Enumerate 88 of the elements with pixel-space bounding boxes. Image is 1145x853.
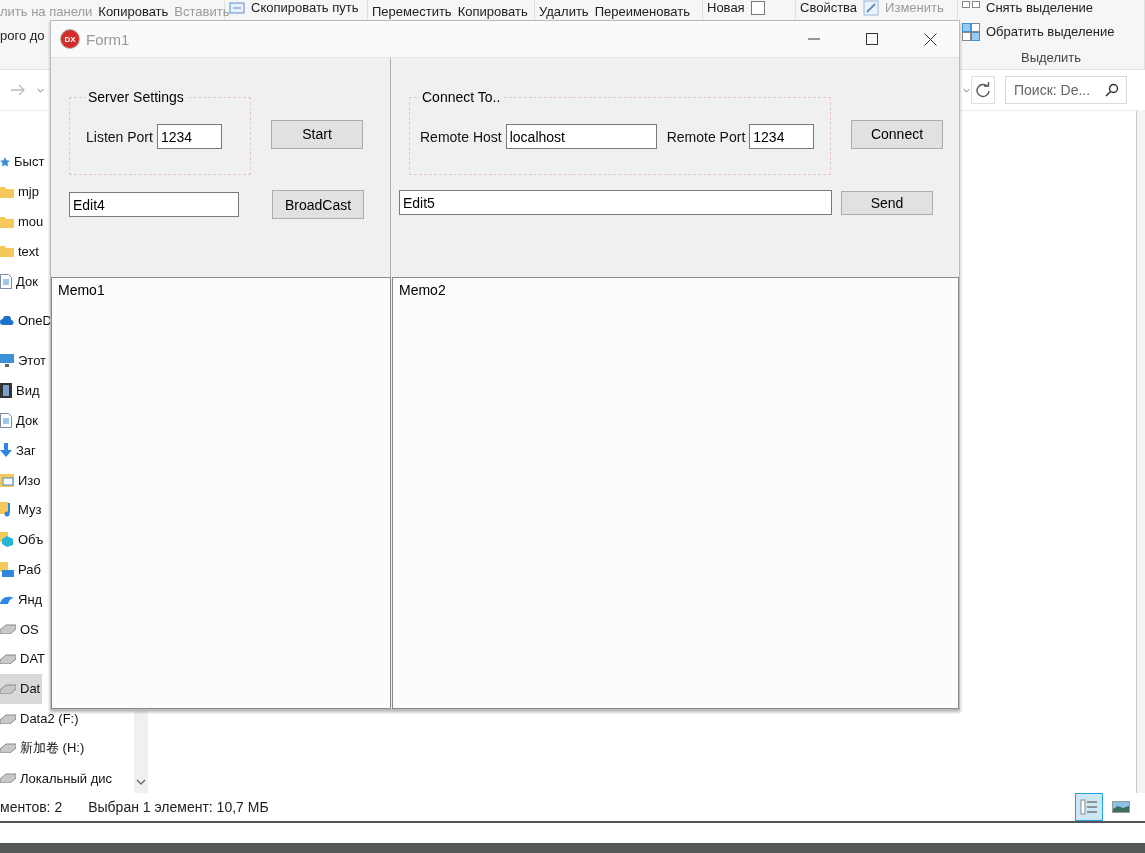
field-label: Remote Port [666, 128, 746, 145]
scrollbar[interactable] [1136, 111, 1145, 793]
invert-selection-icon[interactable] [962, 23, 980, 41]
minimize-icon [808, 38, 820, 40]
sidebar-item[interactable]: Док [0, 405, 40, 436]
close-icon [923, 32, 937, 46]
drive-icon [0, 743, 16, 754]
port-field[interactable]: 1234 [749, 124, 815, 149]
sidebar-item[interactable]: Локальный дис [0, 763, 115, 794]
memo-field[interactable]: Memo2 [392, 277, 959, 709]
memo-field[interactable]: Memo1 [51, 277, 391, 709]
chevron-down-icon[interactable] [136, 779, 146, 785]
window-title: Form1 [86, 30, 130, 48]
search-icon [1105, 83, 1119, 97]
folder-icon [0, 185, 14, 198]
send-button[interactable]: Send [841, 190, 933, 215]
sidebar-item[interactable]: Янд [0, 584, 45, 615]
landscape-icon [1112, 801, 1130, 813]
folder-icon [0, 245, 14, 258]
ribbon-command[interactable]: Переименовать [594, 4, 690, 20]
film-icon [0, 383, 12, 399]
broadcast-button[interactable]: BroadCast [272, 190, 364, 219]
ribbon-command[interactable]: Скопировать путь [251, 0, 359, 16]
ribbon-command[interactable]: Переместить [372, 4, 452, 20]
message-field[interactable]: Edit5 [399, 190, 832, 215]
copy-path-icon[interactable] [229, 2, 245, 14]
maximize-icon [866, 33, 878, 45]
host-field[interactable]: localhost [505, 124, 657, 149]
ribbon-command[interactable]: Обратить выделение [986, 24, 1115, 40]
ribbon-group-label: Выделить [1020, 50, 1082, 65]
connect-button[interactable]: Connect [851, 119, 943, 149]
sidebar-item[interactable]: Док [0, 266, 40, 297]
sidebar-item[interactable]: text [0, 236, 41, 267]
download-arrow-icon [0, 443, 12, 458]
ribbon-command[interactable]: Снять выделение [986, 0, 1094, 16]
ribbon-command[interactable]: рого до [0, 28, 45, 44]
chevron-down-icon[interactable] [963, 87, 970, 93]
details-view-button[interactable] [1075, 793, 1103, 821]
drive-icon [0, 624, 16, 635]
search-field[interactable]: Поиск: De... [1005, 76, 1127, 104]
sidebar-item[interactable]: Быст [0, 147, 47, 177]
app-logo: DX [61, 30, 79, 48]
sidebar-item[interactable]: Муз [0, 494, 44, 525]
drive-icon [0, 653, 16, 664]
sidebar-item[interactable]: mou [0, 206, 46, 237]
drive-icon [0, 683, 16, 694]
group-title: Connect To.. [421, 89, 502, 105]
ribbon-command[interactable]: Копировать [457, 4, 528, 20]
status-text: ментов: 2 [0, 799, 63, 815]
ribbon-command[interactable]: Копировать [98, 4, 169, 20]
details-view-icon [1080, 799, 1098, 815]
forward-arrow-icon[interactable] [10, 84, 26, 96]
sidebar-item[interactable]: Изо [0, 465, 43, 495]
sidebar-item[interactable]: Вид [0, 375, 42, 406]
ribbon-command[interactable]: Новая [707, 0, 745, 16]
sidebar-item[interactable]: DAT [0, 644, 48, 674]
ribbon-command[interactable]: Свойства [800, 0, 858, 16]
edit-icon[interactable] [863, 0, 880, 16]
sidebar-item[interactable]: OS [0, 614, 41, 644]
drive-icon [0, 713, 16, 724]
chevron-down-icon[interactable] [37, 87, 44, 93]
sidebar-item[interactable]: Объ [0, 524, 46, 555]
message-field[interactable]: Edit4 [69, 192, 239, 217]
drive-icon [0, 773, 16, 784]
monitor-icon [0, 354, 14, 368]
sidebar-item[interactable]: 新加卷 (H:) [0, 733, 87, 764]
refresh-button[interactable] [971, 76, 995, 104]
start-button[interactable]: Start [271, 119, 363, 149]
cloud-icon [0, 594, 14, 604]
sidebar-item[interactable]: Раб [0, 554, 43, 585]
scrollbar[interactable] [134, 711, 148, 793]
cube-icon [0, 532, 14, 548]
cloud-icon [0, 316, 14, 326]
sidebar-item[interactable]: mjp [0, 176, 41, 207]
field-label: Listen Port [86, 128, 153, 145]
ribbon-command[interactable]: Удалить [539, 4, 589, 20]
field-label: Remote Host [420, 128, 502, 145]
status-text: Выбран 1 элемент: 10,7 МБ [88, 799, 269, 815]
folder-icon [0, 215, 14, 228]
sidebar-item[interactable]: Этот [0, 345, 49, 376]
group-title: Server Settings [87, 89, 185, 105]
star-icon [0, 156, 10, 167]
refresh-icon [975, 82, 991, 98]
desktop-icon [0, 561, 14, 577]
sidebar-item[interactable]: Заг [0, 435, 38, 466]
sidebar-item[interactable]: Dat [0, 673, 43, 704]
checkbox-icon[interactable] [750, 1, 765, 15]
port-field[interactable]: 1234 [156, 124, 222, 149]
